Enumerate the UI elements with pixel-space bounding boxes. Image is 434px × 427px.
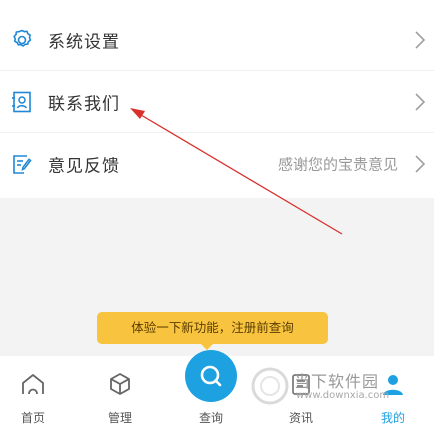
tab-manage[interactable]: 管理 xyxy=(85,356,155,427)
feedback-edit-icon xyxy=(13,155,32,174)
menu-item-label: 联系我们 xyxy=(48,94,120,115)
watermark-brand: 当下软件园 xyxy=(294,372,380,391)
tab-label: 管理 xyxy=(107,411,132,425)
feedback-note: 感谢您的宝贵意见 xyxy=(277,155,398,174)
menu-item-feedback[interactable]: 意见反馈 感谢您的宝贵意见 xyxy=(0,134,434,194)
menu-item-label: 意见反馈 xyxy=(48,156,120,177)
tooltip-pointer xyxy=(200,343,214,350)
chevron-right-icon xyxy=(415,31,426,49)
chevron-right-icon xyxy=(415,155,426,173)
new-feature-tooltip[interactable]: 体验一下新功能，注册前查询 xyxy=(97,312,328,344)
chevron-right-icon xyxy=(415,93,426,111)
gear-icon xyxy=(13,29,32,47)
tab-label: 查询 xyxy=(198,411,223,425)
watermark-url: www.downxia.com xyxy=(296,390,390,401)
tab-label: 首页 xyxy=(20,411,45,425)
box-icon xyxy=(110,373,130,395)
menu-item-contact-us[interactable]: 联系我们 xyxy=(0,72,434,132)
settings-menu: 系统设置 联系我们 意见反馈 感谢您的宝贵意见 xyxy=(0,0,434,198)
menu-item-system-settings[interactable]: 系统设置 xyxy=(0,10,434,70)
tab-home[interactable]: 首页 xyxy=(0,356,68,427)
divider xyxy=(0,70,434,71)
home-icon xyxy=(22,374,44,395)
contact-card-icon xyxy=(12,91,31,113)
search-fab[interactable] xyxy=(185,350,237,402)
divider xyxy=(0,132,434,133)
menu-item-label: 系统设置 xyxy=(48,32,120,53)
search-icon xyxy=(200,365,222,387)
